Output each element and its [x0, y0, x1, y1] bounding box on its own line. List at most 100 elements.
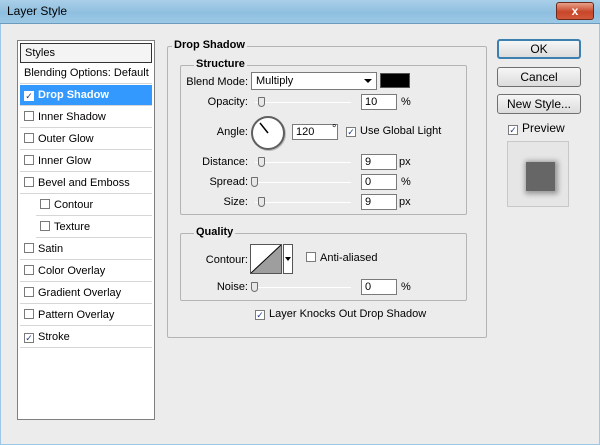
checkbox-bevel-emboss[interactable]	[24, 177, 34, 187]
noise-slider-track[interactable]	[255, 287, 351, 288]
drop-shadow-title: Drop Shadow	[172, 39, 247, 51]
style-item-inner-glow[interactable]: Inner Glow	[20, 151, 152, 172]
style-label: Color Overlay	[38, 265, 106, 277]
style-label: Inner Glow	[38, 155, 92, 167]
contour-curve-icon	[251, 245, 281, 273]
checkbox-inner-shadow[interactable]	[24, 111, 34, 121]
angle-unit: °	[332, 123, 337, 135]
distance-unit: px	[399, 156, 411, 168]
close-icon: x	[571, 4, 579, 18]
style-item-inner-shadow[interactable]: Inner Shadow	[20, 107, 152, 128]
preview-checkbox[interactable]: ✓	[508, 125, 518, 135]
layer-style-dialog: Layer Style x Styles Blending Options: D…	[0, 0, 600, 445]
checkbox-stroke[interactable]: ✓	[24, 333, 34, 343]
anti-aliased-checkbox[interactable]	[306, 252, 316, 262]
style-label: Bevel and Emboss	[38, 177, 130, 189]
contour-picker[interactable]	[250, 244, 282, 274]
size-label: Size:	[223, 196, 248, 208]
use-global-light-checkbox[interactable]: ✓	[346, 127, 356, 137]
angle-needle-icon	[259, 122, 269, 134]
style-label: Inner Shadow	[38, 111, 106, 123]
spread-slider-track[interactable]	[255, 182, 351, 183]
style-label: Pattern Overlay	[38, 309, 115, 321]
quality-title: Quality	[194, 226, 236, 238]
style-item-drop-shadow[interactable]: ✓ Drop Shadow	[20, 85, 152, 106]
style-label: Satin	[38, 243, 64, 255]
style-item-texture[interactable]: Texture	[36, 217, 152, 238]
checkbox-gradient-overlay[interactable]	[24, 287, 34, 297]
angle-label: Angle:	[216, 126, 248, 138]
style-label: Drop Shadow	[38, 89, 109, 101]
style-label: Outer Glow	[38, 133, 94, 145]
size-unit: px	[399, 196, 411, 208]
contour-label: Contour:	[205, 254, 248, 266]
style-item-outer-glow[interactable]: Outer Glow	[20, 129, 152, 150]
noise-unit: %	[401, 281, 411, 293]
style-item-stroke[interactable]: ✓ Stroke	[20, 327, 152, 348]
opacity-slider-thumb[interactable]	[258, 97, 265, 107]
spread-label: Spread:	[209, 176, 248, 188]
noise-slider-thumb[interactable]	[251, 282, 258, 292]
opacity-unit: %	[401, 96, 411, 108]
blending-options-item[interactable]: Blending Options: Default	[20, 63, 152, 84]
close-button[interactable]: x	[556, 2, 594, 20]
checkbox-pattern-overlay[interactable]	[24, 309, 34, 319]
distance-input[interactable]: 9	[361, 154, 397, 170]
noise-label: Noise:	[216, 281, 248, 293]
new-style-button[interactable]: New Style...	[497, 94, 581, 114]
spread-unit: %	[401, 176, 411, 188]
style-label: Texture	[54, 221, 91, 233]
style-item-pattern-overlay[interactable]: Pattern Overlay	[20, 305, 152, 326]
style-item-gradient-overlay[interactable]: Gradient Overlay	[20, 283, 152, 304]
use-global-light-label: Use Global Light	[360, 125, 442, 137]
anti-aliased-label: Anti-aliased	[320, 252, 378, 264]
preview-option[interactable]: ✓ Preview	[508, 121, 565, 135]
style-label: Stroke	[38, 331, 70, 343]
contour-dropdown[interactable]	[283, 244, 293, 274]
style-item-bevel-emboss[interactable]: Bevel and Emboss	[20, 173, 152, 194]
checkbox-outer-glow[interactable]	[24, 133, 34, 143]
size-slider-thumb[interactable]	[258, 197, 265, 207]
angle-dial[interactable]	[251, 116, 285, 150]
distance-label: Distance:	[202, 156, 248, 168]
blend-mode-value: Multiply	[256, 75, 294, 87]
preview-label: Preview	[522, 121, 565, 135]
blend-mode-select[interactable]: Multiply	[251, 72, 377, 90]
knockout-checkbox[interactable]: ✓	[255, 310, 265, 320]
style-item-contour[interactable]: Contour	[36, 195, 152, 216]
cancel-button[interactable]: Cancel	[497, 67, 581, 87]
distance-slider-track[interactable]	[255, 162, 351, 163]
distance-slider-thumb[interactable]	[258, 157, 265, 167]
opacity-label: Opacity:	[207, 96, 248, 108]
anti-aliased-option[interactable]: Anti-aliased	[306, 252, 377, 264]
checkbox-color-overlay[interactable]	[24, 265, 34, 275]
size-slider-track[interactable]	[255, 202, 351, 203]
style-item-satin[interactable]: Satin	[20, 239, 152, 260]
spread-input[interactable]: 0	[361, 174, 397, 190]
noise-input[interactable]: 0	[361, 279, 397, 295]
blend-mode-label: Blend Mode:	[186, 76, 248, 88]
style-label: Gradient Overlay	[38, 287, 122, 299]
chevron-down-icon	[364, 79, 372, 83]
style-label: Contour	[54, 199, 94, 211]
checkbox-texture[interactable]	[40, 221, 50, 231]
shadow-color-swatch[interactable]	[380, 73, 410, 88]
use-global-light-option[interactable]: ✓ Use Global Light	[346, 125, 441, 137]
knockout-label: Layer Knocks Out Drop Shadow	[269, 308, 427, 320]
window-title: Layer Style	[7, 4, 68, 18]
checkbox-drop-shadow[interactable]: ✓	[24, 91, 34, 101]
knockout-option[interactable]: ✓ Layer Knocks Out Drop Shadow	[255, 308, 426, 320]
styles-list: Styles Blending Options: Default ✓ Drop S…	[17, 40, 155, 420]
size-input[interactable]: 9	[361, 194, 397, 210]
checkbox-inner-glow[interactable]	[24, 155, 34, 165]
spread-slider-thumb[interactable]	[251, 177, 258, 187]
title-bar[interactable]: Layer Style x	[0, 0, 600, 24]
opacity-slider-track[interactable]	[255, 102, 351, 103]
styles-header[interactable]: Styles	[20, 43, 152, 63]
checkbox-satin[interactable]	[24, 243, 34, 253]
ok-button[interactable]: OK	[497, 39, 581, 59]
opacity-input[interactable]: 10	[361, 94, 397, 110]
style-item-color-overlay[interactable]: Color Overlay	[20, 261, 152, 282]
chevron-down-icon	[285, 257, 291, 261]
checkbox-contour[interactable]	[40, 199, 50, 209]
